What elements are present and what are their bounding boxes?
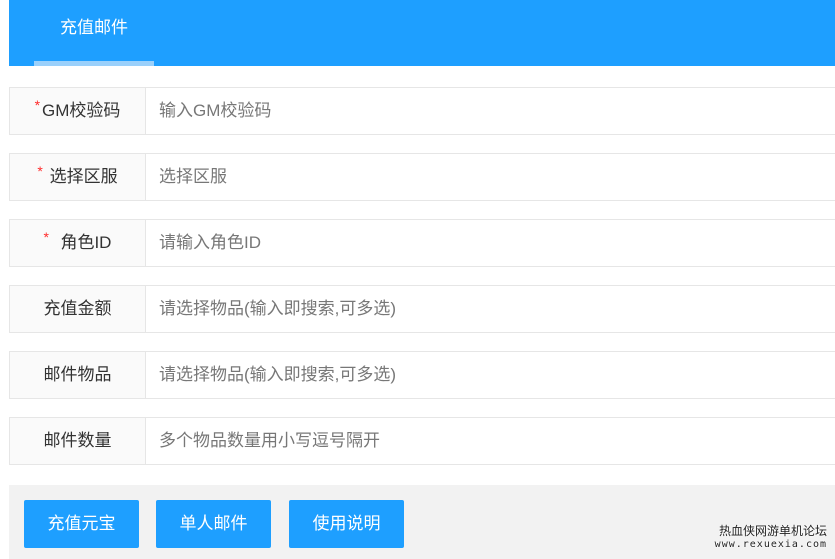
label-text: 邮件物品 <box>43 365 112 384</box>
button-bar: 充值元宝 单人邮件 使用说明 热血侠网游单机论坛 www.rexuexia.co… <box>9 485 835 559</box>
usage-instructions-button[interactable]: 使用说明 <box>289 500 404 548</box>
mail-items-input[interactable] <box>147 352 835 398</box>
form-label-gm-code: * GM校验码 <box>10 88 146 134</box>
role-id-input[interactable] <box>147 220 835 266</box>
watermark-title: 热血侠网游单机论坛 <box>718 524 827 538</box>
form-row-gm-code: * GM校验码 <box>9 87 835 135</box>
tab-recharge-mail[interactable]: 充值邮件 <box>34 0 154 66</box>
mail-quantity-input[interactable] <box>147 418 835 464</box>
header-bar: 充值邮件 <box>9 0 835 66</box>
form-row-recharge-amount: 充值金额 <box>9 285 835 333</box>
required-mark: * <box>37 163 43 179</box>
form-label-mail-items: 邮件物品 <box>10 352 146 398</box>
label-text: 角色ID <box>60 233 112 252</box>
label-text: 选择区服 <box>49 167 118 186</box>
form-row-mail-items: 邮件物品 <box>9 351 835 399</box>
server-select-input[interactable] <box>147 154 835 200</box>
form-label-mail-quantity: 邮件数量 <box>10 418 146 464</box>
form-row-server: * 选择区服 <box>9 153 835 201</box>
label-text: GM校验码 <box>42 101 121 120</box>
form-label-role-id: * 角色ID <box>10 220 146 266</box>
form-row-mail-quantity: 邮件数量 <box>9 417 835 465</box>
tab-label: 充值邮件 <box>60 18 128 37</box>
single-mail-button[interactable]: 单人邮件 <box>156 500 271 548</box>
recharge-ingot-button[interactable]: 充值元宝 <box>24 500 139 548</box>
tab-active-indicator <box>34 61 154 66</box>
required-mark: * <box>34 97 41 113</box>
form-label-recharge-amount: 充值金额 <box>10 286 146 332</box>
watermark-url: www.rexuexia.com <box>714 539 827 550</box>
recharge-amount-input[interactable] <box>147 286 835 332</box>
watermark: 热血侠网游单机论坛 www.rexuexia.com <box>715 525 827 551</box>
label-text: 充值金额 <box>43 299 112 318</box>
form-label-server: * 选择区服 <box>10 154 146 200</box>
form-row-role-id: * 角色ID <box>9 219 835 267</box>
label-text: 邮件数量 <box>43 431 112 450</box>
required-mark: * <box>43 229 49 245</box>
gm-code-input[interactable] <box>147 88 835 134</box>
